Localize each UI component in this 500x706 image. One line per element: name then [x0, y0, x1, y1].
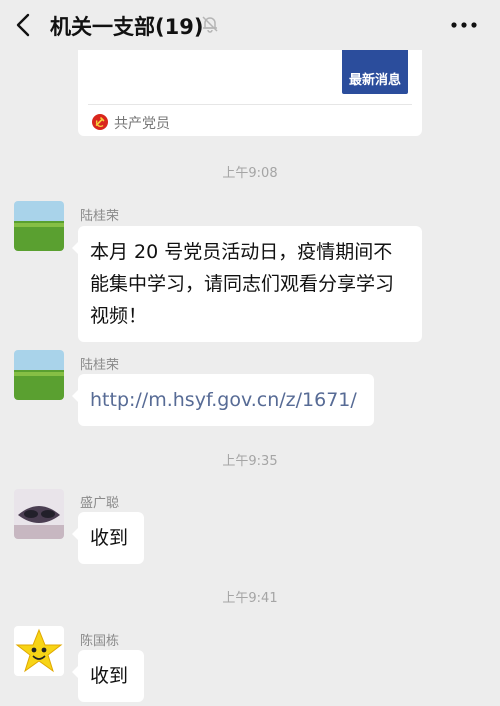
timestamp: 上午9:41	[222, 591, 278, 606]
shared-article-card[interactable]: 最新消息 共产党员	[78, 38, 422, 136]
sender-name: 盛广聪	[80, 496, 120, 511]
sender-name: 陆桂荣	[80, 358, 120, 373]
timestamp: 上午9:35	[222, 454, 278, 469]
chat-header: 机关一支部(19)	[0, 0, 500, 50]
sender-name: 陈国栋	[80, 634, 120, 649]
chat-title: 机关一支部(19)	[50, 15, 204, 39]
party-emblem-icon	[92, 114, 108, 130]
message-bubble[interactable]: 本月 20 号党员活动日，疫情期间不能集中学习，请同志们观看分享学习视频！	[72, 226, 422, 342]
thumbnail-text: 最新消息	[348, 73, 401, 88]
timestamp: 上午9:08	[222, 166, 278, 181]
sender-name: 陆桂荣	[80, 209, 120, 224]
card-divider	[88, 104, 412, 105]
message-bubble[interactable]: 收到	[72, 512, 144, 564]
more-icon[interactable]	[450, 21, 478, 29]
avatar[interactable]	[14, 350, 64, 400]
mute-bell-icon	[202, 16, 218, 33]
avatar[interactable]	[14, 489, 64, 539]
card-source-label: 共产党员	[114, 116, 170, 132]
link-message[interactable]: http://m.hsyf.gov.cn/z/1671/	[72, 374, 374, 426]
article-thumbnail: 最新消息	[342, 48, 408, 94]
avatar[interactable]	[14, 201, 64, 251]
message-bubble[interactable]: 收到	[72, 650, 144, 702]
avatar[interactable]	[14, 626, 64, 676]
back-icon[interactable]	[14, 13, 32, 37]
